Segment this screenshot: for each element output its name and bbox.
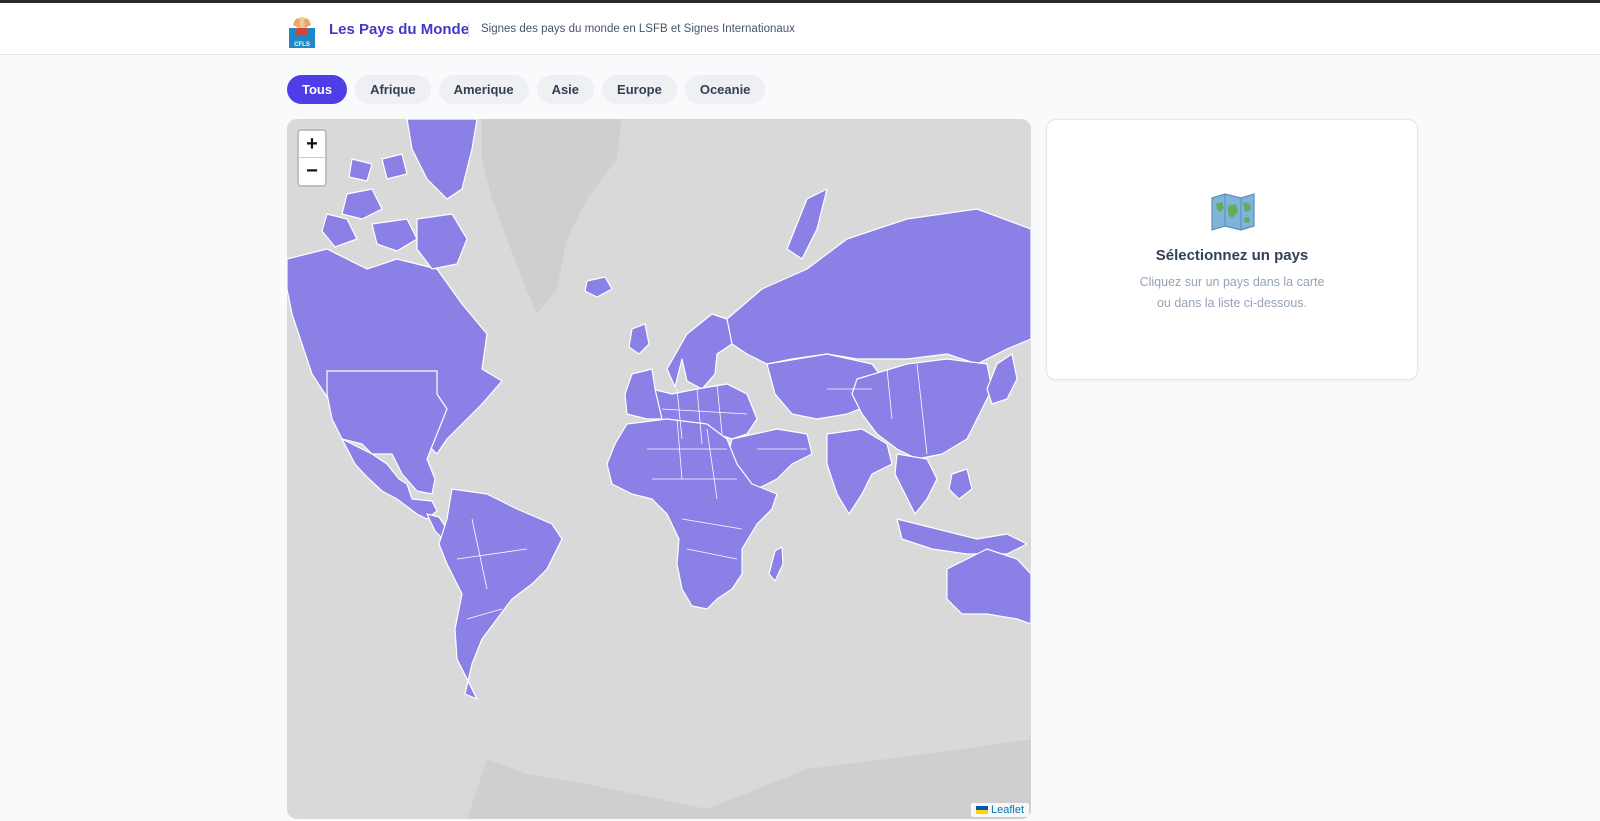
iberia: [624, 368, 663, 420]
arctic-islands-7: [348, 158, 373, 182]
philippines: [948, 468, 973, 500]
arctic-islands-5: [416, 213, 468, 270]
arctic-islands-3: [321, 213, 358, 248]
map-layer: [287, 119, 1031, 819]
antarctica: [467, 739, 1031, 819]
continent-filter: Tous Afrique Amerique Asie Europe Oceani…: [287, 75, 766, 104]
japan: [986, 353, 1018, 405]
arctic-islands-2: [341, 188, 383, 220]
novaya-zemlya: [786, 188, 828, 260]
ukraine-flag-icon: [975, 806, 988, 814]
header-separator: [468, 23, 469, 37]
panel-title: Sélectionnez un pays: [1155, 247, 1309, 264]
arctic-islands-4: [371, 218, 418, 252]
world-map-icon: [1211, 193, 1255, 231]
panel-hint-line-1: Cliquez sur un pays dans la carte: [1139, 275, 1325, 289]
southeast-asia: [894, 453, 938, 515]
panel-hint-line-2: ou dans la liste ci-dessous.: [1156, 296, 1308, 310]
world-map[interactable]: + − Leaflet: [287, 119, 1031, 819]
madagascar: [768, 546, 784, 582]
india: [826, 428, 893, 515]
leaflet-link[interactable]: Leaflet: [991, 804, 1024, 816]
british-isles: [628, 323, 650, 355]
zoom-control: + −: [297, 129, 327, 187]
arctic-islands-6: [381, 153, 408, 180]
panel-hint: Cliquez sur un pays dans la carte ou dan…: [1047, 272, 1417, 314]
zoom-out-button[interactable]: −: [299, 158, 325, 185]
indonesia: [896, 518, 1028, 555]
app-tagline: Signes des pays du monde en LSFB et Sign…: [481, 23, 795, 35]
south-america: [438, 488, 563, 700]
zoom-in-button[interactable]: +: [299, 131, 325, 158]
app-title[interactable]: Les Pays du Monde: [329, 21, 469, 38]
logo-text: CFLS: [294, 42, 310, 48]
filter-afrique[interactable]: Afrique: [355, 75, 431, 104]
country-detail-panel: Sélectionnez un pays Cliquez sur un pays…: [1046, 119, 1418, 380]
cfls-logo: CFLS: [287, 11, 317, 49]
map-attribution: Leaflet: [970, 803, 1029, 817]
header: CFLS Les Pays du Monde Signes des pays d…: [0, 3, 1600, 55]
iceland: [584, 276, 613, 298]
filter-oceanie[interactable]: Oceanie: [684, 75, 766, 104]
arctic-islands-1: [406, 119, 478, 200]
filter-europe[interactable]: Europe: [602, 75, 677, 104]
australia: [946, 548, 1031, 625]
filter-asie[interactable]: Asie: [536, 75, 595, 104]
filter-amerique[interactable]: Amerique: [438, 75, 529, 104]
russia: [726, 208, 1031, 365]
filter-tous[interactable]: Tous: [287, 75, 348, 104]
